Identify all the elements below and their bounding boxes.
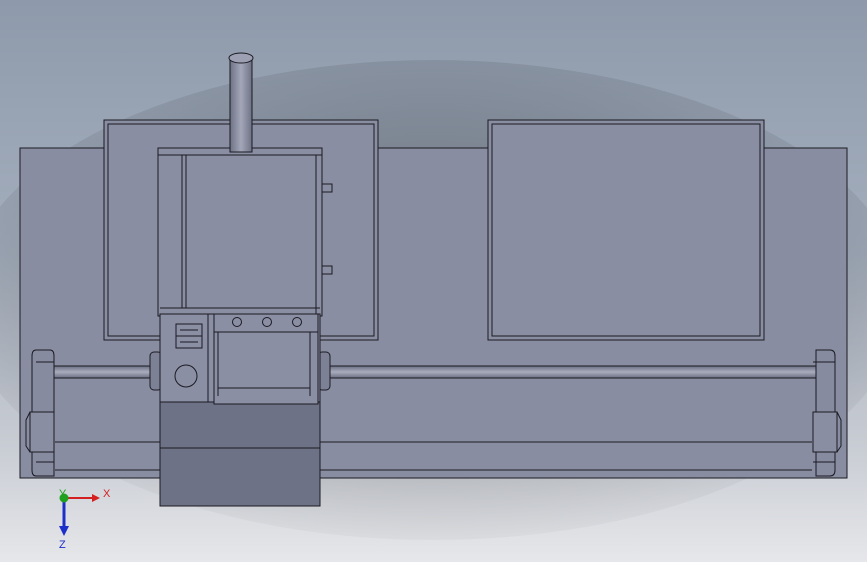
carriage-lower-block[interactable] [159,399,321,507]
side-pin-upper [321,183,333,193]
x-axis-label: X [103,488,111,500]
side-pin-lower [321,265,333,275]
port-hole-3[interactable] [292,317,302,327]
connector-panel[interactable] [213,313,319,405]
z-axis-label: Z [59,539,66,551]
port-hole-1[interactable] [232,317,242,327]
round-knob[interactable] [174,364,198,388]
model-view[interactable]: X Z Y [0,0,867,562]
cad-viewport[interactable]: X Z Y [0,0,867,562]
right-panel-outer[interactable] [487,119,765,341]
housing-upper[interactable] [157,147,323,317]
carriage[interactable] [149,147,333,507]
y-axis-label: Y [59,488,67,500]
spindle-post[interactable] [228,52,254,153]
port-hole-2[interactable] [262,317,272,327]
